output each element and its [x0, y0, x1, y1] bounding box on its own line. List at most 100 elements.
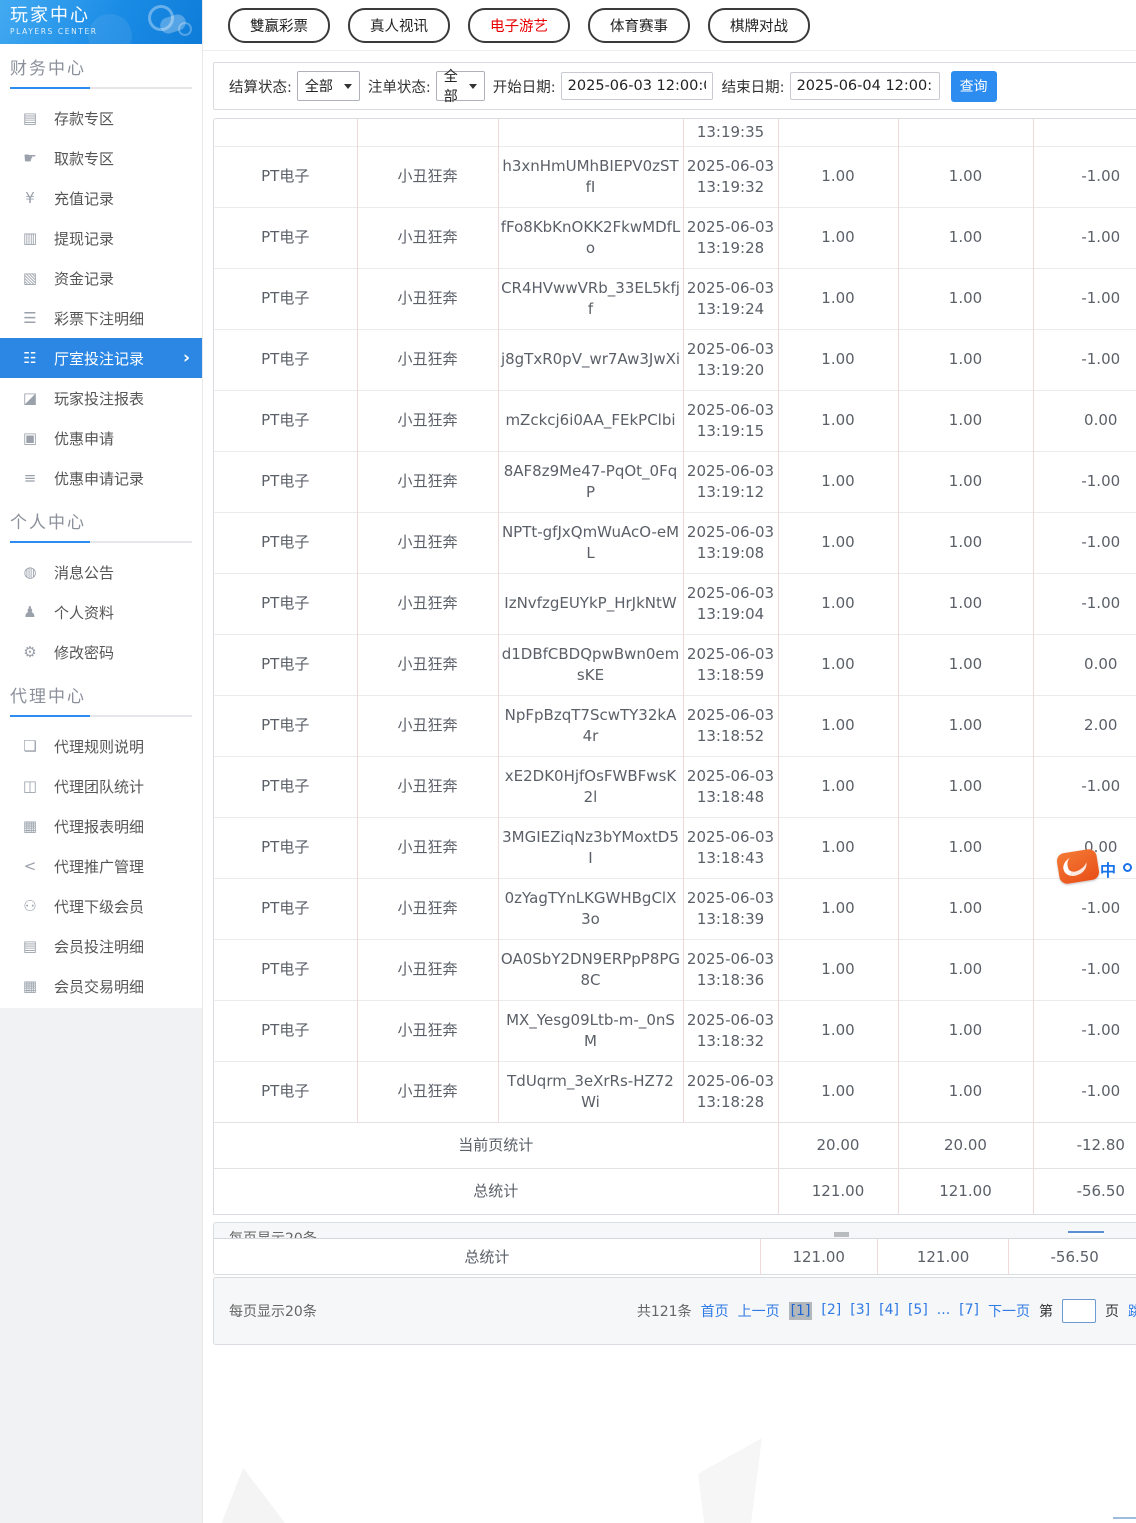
cell-order-id: NPTt-gfJxQmWuAcO-eML [497, 511, 683, 573]
background-triangle-decoration [221, 1468, 285, 1523]
first-page-link[interactable]: 首页 [701, 1301, 729, 1321]
orange-logo-icon [1055, 848, 1101, 885]
tab-board-games[interactable]: 棋牌对战 [708, 8, 810, 43]
sidebar-item-agent-report-details[interactable]: ▦ 代理报表明细 [0, 806, 202, 846]
sidebar-item-agent-promotion[interactable]: < 代理推广管理 [0, 846, 202, 886]
cell-winloss: -1.00 [1032, 938, 1136, 1000]
total-count-label: 共121条 [636, 1304, 692, 1320]
cell-game: 小丑狂奔 [356, 999, 498, 1061]
bell-icon: ◍ [23, 563, 37, 581]
sidebar-item-promo-apply-records[interactable]: ≡ 优惠申请记录 [0, 458, 202, 498]
page-link[interactable]: [4] [879, 1302, 899, 1320]
page-link[interactable]: [7] [959, 1302, 979, 1320]
page-link[interactable]: [3] [850, 1302, 870, 1320]
app-logo: 玩家中心 PLAYERS CENTER [0, 0, 202, 44]
cell-bet-amount: 1.00 [777, 145, 898, 207]
cell-valid-amount: 1.00 [897, 267, 1033, 329]
sidebar-item-agent-team-stats[interactable]: ◫ 代理团队统计 [0, 766, 202, 806]
cell-datetime: 2025-06-03 13:18:32 [682, 999, 778, 1061]
page-link-current[interactable]: [1] [788, 1302, 813, 1320]
cell-bet-amount: 1.00 [777, 328, 898, 390]
tab-electronic-games[interactable]: 电子游艺 [468, 8, 570, 43]
sidebar-item-agent-sub-members[interactable]: ⚇ 代理下级会员 [0, 886, 202, 926]
cell [897, 119, 1033, 146]
order-status-select[interactable]: 全部 [435, 69, 485, 105]
sidebar-item-label: 会员投注明细 [54, 937, 145, 956]
cell-platform: PT电子 [214, 999, 357, 1061]
sidebar-item-hall-bet-records[interactable]: ☷ 厅室投注记录 › [0, 338, 202, 378]
table-row: PT电子 小丑狂奔 OA0SbY2DN9ERPpP8PG8C 2025-06-03 13… [214, 938, 1136, 1000]
person-icon: ♟ [23, 603, 37, 621]
cell-order-id: 0zYagTYnLKGWHBgClX3o [497, 877, 683, 939]
page-link[interactable]: [2] [821, 1302, 841, 1320]
cell [214, 119, 357, 146]
sidebar-item-label: 玩家投注报表 [54, 389, 145, 408]
page-link[interactable]: [5] [908, 1302, 928, 1320]
jump-page-input[interactable] [1062, 1299, 1096, 1323]
sidebar-item-deposit[interactable]: ▤ 存款专区 [0, 98, 202, 138]
cell-order-id: MX_Yesg09Ltb-m-_0nSM [497, 999, 683, 1061]
cell-datetime: 2025-06-03 13:19:28 [682, 206, 778, 268]
cell-datetime: 2025-06-03 13:18:43 [682, 816, 778, 878]
divider [203, 50, 1136, 51]
table-row: PT电子 小丑狂奔 h3xnHmUMhBIEPV0zSTfI 2025-06-03 13… [214, 145, 1136, 207]
cell-winloss: -1.00 [1032, 755, 1136, 817]
cell-platform: PT电子 [214, 938, 357, 1000]
cell-game: 小丑狂奔 [356, 938, 498, 1000]
cell [497, 119, 683, 146]
floating-widget[interactable]: 中 [1055, 846, 1136, 888]
sidebar-item-agent-rules[interactable]: ❏ 代理规则说明 [0, 726, 202, 766]
sidebar-item-label: 代理下级会员 [54, 897, 145, 916]
search-button[interactable]: 查询 [950, 70, 997, 102]
start-date-input[interactable] [560, 72, 713, 100]
sidebar-item-label: 代理报表明细 [54, 817, 145, 836]
cell-bet-amount: 1.00 [777, 572, 898, 634]
order-status-value: 全部 [443, 69, 458, 105]
sidebar-item-recharge-records[interactable]: ¥ 充值记录 [0, 178, 202, 218]
end-date-input[interactable] [789, 72, 940, 100]
cell-game: 小丑狂奔 [356, 145, 498, 207]
cell-bet-amount: 1.00 [777, 267, 898, 329]
chevron-down-icon [343, 83, 352, 89]
sidebar-item-change-password[interactable]: ⚙ 修改密码 [0, 632, 202, 672]
table-row: PT电子 小丑狂奔 CR4HVwwVRb_33EL5kfjf 2025-06-03 13… [214, 267, 1136, 329]
cell-datetime: 2025-06-03 13:19:08 [682, 511, 778, 573]
sidebar-item-lottery-bet-details[interactable]: ☰ 彩票下注明细 [0, 298, 202, 338]
sidebar-item-funds-records[interactable]: ▧ 资金记录 [0, 258, 202, 298]
sidebar-item-member-transaction-details[interactable]: ▦ 会员交易明细 [0, 966, 202, 1006]
table-row: PT电子 小丑狂奔 0zYagTYnLKGWHBgClX3o 2025-06-03 13… [214, 877, 1136, 939]
sidebar-item-withdraw[interactable]: ☛ 取款专区 [0, 138, 202, 178]
sidebar-item-notices[interactable]: ◍ 消息公告 [0, 552, 202, 592]
cell-winloss: -1.00 [1032, 206, 1136, 268]
table-row: PT电子 小丑狂奔 IzNvfzgEUYkP_HrJkNtW 2025-06-03 13… [214, 572, 1136, 634]
grand-total-bet: 121.00 [759, 1239, 877, 1274]
cell-bet-amount: 1.00 [777, 389, 898, 451]
sidebar-item-player-bet-report[interactable]: ◪ 玩家投注报表 [0, 378, 202, 418]
tab-sports[interactable]: 体育赛事 [588, 8, 690, 43]
tab-live-video[interactable]: 真人视讯 [348, 8, 450, 43]
sidebar-item-promo-apply[interactable]: ▣ 优惠申请 [0, 418, 202, 458]
grand-total-winloss: -56.50 [1032, 1167, 1136, 1214]
tab-lottery[interactable]: 雙赢彩票 [228, 8, 330, 43]
cell-order-id: IzNvfzgEUYkP_HrJkNtW [497, 572, 683, 634]
next-page-link[interactable]: 下一页 [988, 1301, 1030, 1321]
prev-page-link[interactable]: 上一页 [738, 1301, 780, 1321]
sidebar-item-withdrawal-records[interactable]: ▥ 提现记录 [0, 218, 202, 258]
bottom-blue-line [1113, 1517, 1136, 1519]
record-list-icon: ☷ [23, 349, 37, 367]
grand-total-valid: 121.00 [897, 1167, 1033, 1214]
page-number-links: [1] [2] [3] [4] [5]... [7] [788, 1302, 979, 1320]
sidebar-item-member-bet-details[interactable]: ▤ 会员投注明细 [0, 926, 202, 966]
cell-game: 小丑狂奔 [356, 633, 498, 695]
cell-game: 小丑狂奔 [356, 206, 498, 268]
current-page-peek [834, 1232, 849, 1237]
cell-datetime: 2025-06-03 13:18:48 [682, 755, 778, 817]
grand-total-bet: 121.00 [777, 1167, 898, 1214]
sidebar-item-profile[interactable]: ♟ 个人资料 [0, 592, 202, 632]
bet-records-table: 13:19:35 PT电子 小丑狂奔 h3xnHmUMhBIEPV0zSTfI 2025… [214, 119, 1136, 1214]
cell-valid-amount: 1.00 [897, 1060, 1033, 1122]
grand-total-row: 总统计 121.00 121.00 -56.50 [214, 1167, 1136, 1214]
cell-platform: PT电子 [214, 389, 357, 451]
settle-status-select[interactable]: 全部 [296, 71, 360, 101]
jump-go-link[interactable]: 跳转 [1128, 1301, 1136, 1321]
